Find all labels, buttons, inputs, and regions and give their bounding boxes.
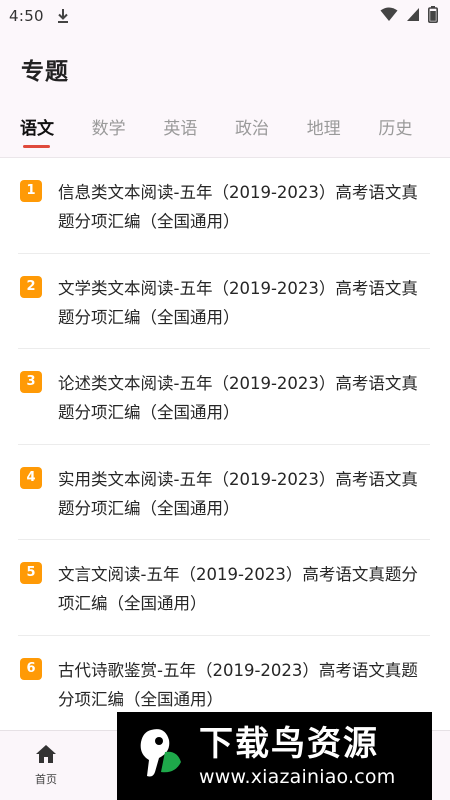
app-header: 专题 [0, 32, 450, 102]
subject-tabs: 语文 数学 英语 政治 地理 历史 [0, 106, 450, 156]
rank-badge: 4 [20, 466, 42, 489]
rank-badge: 3 [20, 371, 42, 393]
tab-history[interactable]: 历史 [378, 106, 450, 156]
wifi-icon [380, 7, 398, 26]
tab-geography[interactable]: 地理 [307, 106, 379, 156]
item-title: 文学类文本阅读-五年（2019-2023）高考语文真题分项汇编（全国通用） [58, 278, 418, 327]
bird-logo-icon [129, 722, 191, 784]
item-title: 信息类文本阅读-五年（2019-2023）高考语文真题分项汇编（全国通用） [58, 183, 418, 231]
item-title: 古代诗歌鉴赏-五年（2019-2023）高考语文真题分项汇编（全国通用） [58, 660, 418, 709]
list-item[interactable]: 3 论述类文本阅读-五年（2019-2023）高考语文真题分项汇编（全国通用） [18, 349, 430, 445]
battery-icon [428, 5, 438, 27]
rank-badge: 5 [20, 562, 42, 584]
download-icon [56, 8, 70, 24]
status-icons [380, 5, 438, 27]
watermark-title: 下载鸟资源 [199, 724, 379, 764]
home-icon [34, 745, 58, 769]
tab-english[interactable]: 英语 [163, 106, 235, 156]
status-time: 4:50 [9, 7, 44, 25]
tab-math[interactable]: 数学 [92, 106, 164, 156]
item-title: 论述类文本阅读-五年（2019-2023）高考语文真题分项汇编（全国通用） [58, 374, 418, 422]
status-bar: 4:50 [0, 0, 450, 32]
list-item[interactable]: 1 信息类文本阅读-五年（2019-2023）高考语文真题分项汇编（全国通用） [18, 158, 430, 254]
watermark-url: www.xiazainiao.com [199, 766, 396, 788]
tab-chinese[interactable]: 语文 [20, 106, 92, 156]
topic-list: 1 信息类文本阅读-五年（2019-2023）高考语文真题分项汇编（全国通用） … [0, 158, 450, 730]
rank-badge: 1 [20, 180, 42, 202]
nav-home-label: 首页 [35, 773, 57, 786]
watermark: 下载鸟资源 www.xiazainiao.com [117, 712, 432, 800]
signal-icon [406, 7, 420, 26]
item-title: 实用类文本阅读-五年（2019-2023）高考语文真题分项汇编（全国通用） [58, 469, 418, 518]
list-item[interactable]: 2 文学类文本阅读-五年（2019-2023）高考语文真题分项汇编（全国通用） [18, 254, 430, 349]
list-item[interactable]: 4 实用类文本阅读-五年（2019-2023）高考语文真题分项汇编（全国通用） [18, 445, 430, 540]
nav-home[interactable]: 首页 [18, 743, 74, 787]
item-title: 文言文阅读-五年（2019-2023）高考语文真题分项汇编（全国通用） [58, 565, 418, 613]
tab-politics[interactable]: 政治 [235, 106, 307, 156]
list-item[interactable]: 5 文言文阅读-五年（2019-2023）高考语文真题分项汇编（全国通用） [18, 540, 430, 636]
page-title: 专题 [21, 59, 69, 85]
rank-badge: 2 [20, 275, 42, 298]
rank-badge: 6 [20, 657, 42, 680]
